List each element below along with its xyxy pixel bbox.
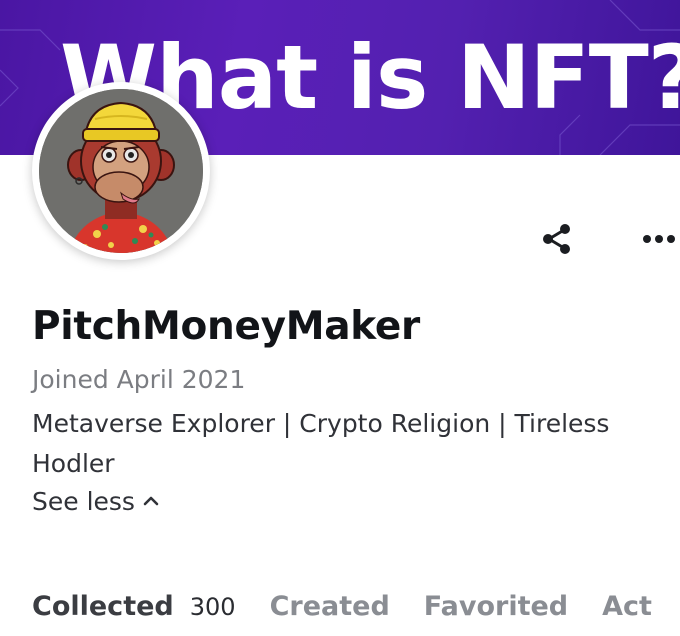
- joined-date: Joined April 2021: [32, 365, 246, 394]
- tab-collected[interactable]: Collected: [32, 587, 174, 627]
- see-less-label: See less: [32, 486, 135, 516]
- tab-collected-count: 300: [189, 593, 236, 621]
- share-button[interactable]: [533, 215, 581, 263]
- more-dots-icon: [643, 235, 675, 243]
- more-options-button[interactable]: [635, 215, 680, 263]
- tab-activity[interactable]: Act: [602, 587, 652, 627]
- bored-ape-avatar-icon: [39, 89, 203, 253]
- profile-bio: Metaverse Explorer | Crypto Religion | T…: [32, 409, 610, 478]
- share-icon: [543, 224, 570, 254]
- see-less-toggle[interactable]: See less: [32, 484, 159, 518]
- tab-favorited[interactable]: Favorited: [424, 587, 568, 627]
- tab-created[interactable]: Created: [270, 587, 390, 627]
- username: PitchMoneyMaker: [32, 304, 420, 349]
- avatar[interactable]: [32, 82, 210, 260]
- profile-tabs: Collected 300 Created Favorited Act: [32, 585, 680, 629]
- chevron-up-icon: [143, 496, 159, 506]
